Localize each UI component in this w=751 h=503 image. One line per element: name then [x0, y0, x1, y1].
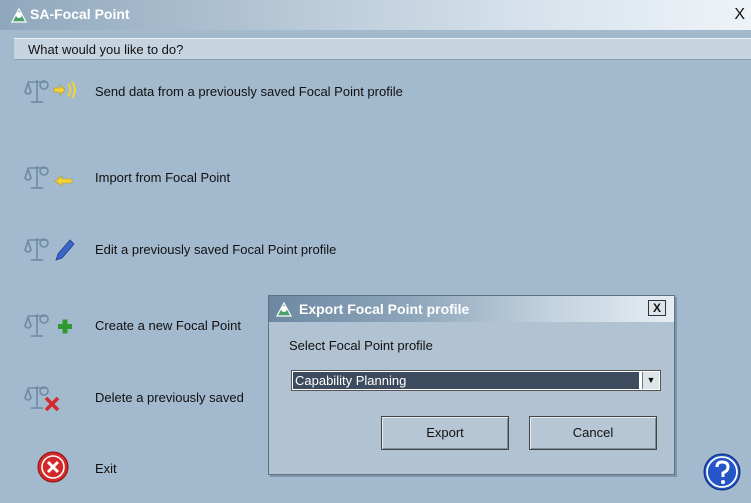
dialog-title-bar: Export Focal Point profile X — [269, 296, 674, 322]
export-button[interactable]: Export — [381, 416, 509, 450]
export-dialog: Export Focal Point profile X Select Foca… — [268, 295, 675, 475]
edit-profile-option[interactable]: Edit a previously saved Focal Point prof… — [20, 232, 740, 268]
exit-label: Exit — [95, 461, 117, 476]
exit-icon[interactable] — [36, 450, 70, 484]
send-data-label: Send data from a previously saved Focal … — [95, 84, 403, 99]
window-title: SA-Focal Point — [30, 6, 130, 22]
scale-import-icon — [24, 166, 73, 189]
scale-delete-icon — [24, 386, 60, 412]
prompt-header: What would you like to do? — [14, 38, 751, 60]
delete-profile-label: Delete a previously saved — [95, 390, 244, 405]
edit-profile-label: Edit a previously saved Focal Point prof… — [95, 242, 337, 257]
profile-select[interactable]: Capability Planning ▼ — [291, 370, 661, 391]
send-data-option[interactable]: Send data from a previously saved Focal … — [20, 74, 740, 110]
dialog-title: Export Focal Point profile — [299, 301, 470, 317]
create-profile-label: Create a new Focal Point — [95, 318, 241, 333]
help-icon[interactable] — [702, 452, 742, 492]
scale-send-icon — [24, 80, 76, 103]
title-bar: SA-Focal Point X — [0, 0, 751, 30]
cancel-button[interactable]: Cancel — [529, 416, 657, 450]
close-button[interactable]: X — [734, 6, 745, 24]
import-option[interactable]: Import from Focal Point — [20, 160, 740, 196]
app-logo-icon — [10, 7, 28, 23]
app-logo-icon — [275, 301, 293, 317]
selected-profile: Capability Planning — [293, 372, 639, 389]
profile-select-label: Select Focal Point profile — [289, 338, 433, 353]
scale-edit-icon — [24, 238, 75, 261]
import-label: Import from Focal Point — [95, 170, 231, 185]
scale-add-icon — [24, 314, 72, 337]
chevron-down-icon[interactable]: ▼ — [642, 372, 659, 389]
dialog-close-button[interactable]: X — [648, 300, 666, 316]
